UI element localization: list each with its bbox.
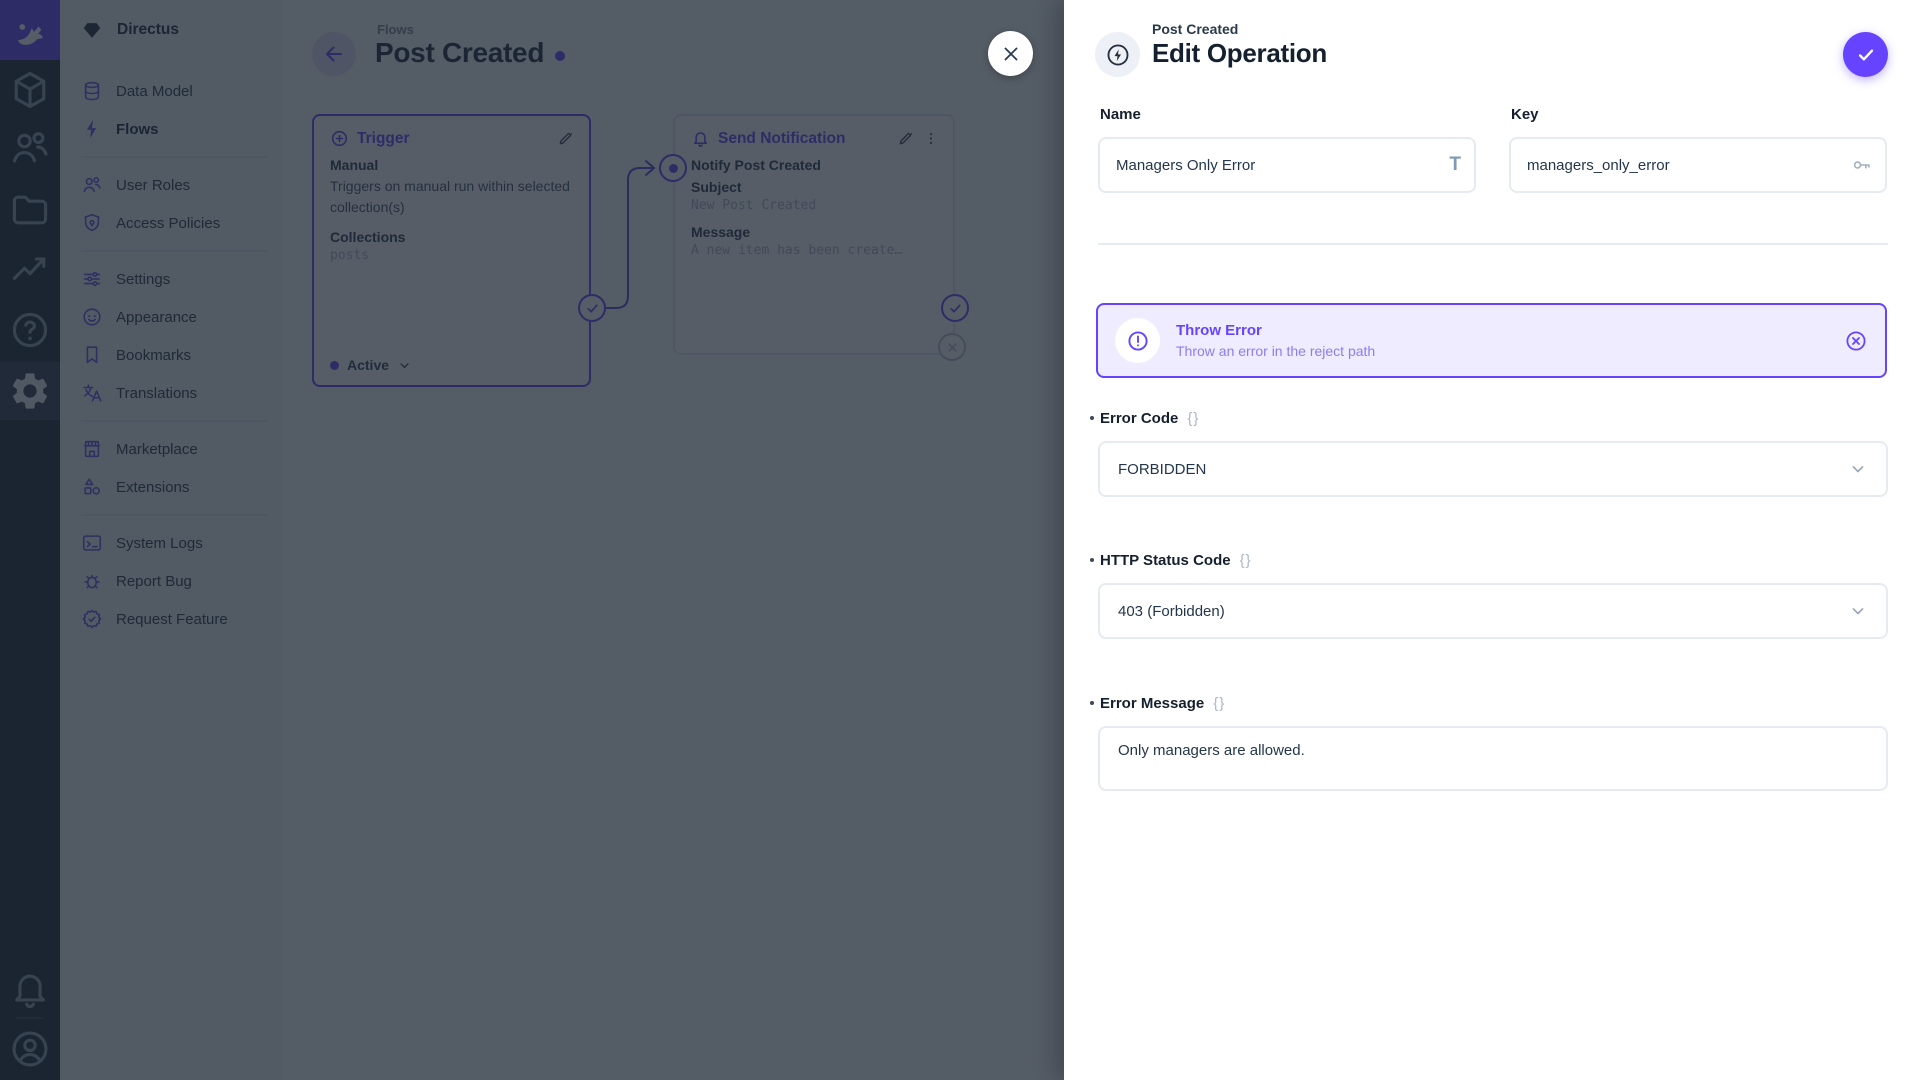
- drawer-overlay[interactable]: [0, 0, 1064, 1080]
- required-dot: [1090, 416, 1094, 420]
- raw-value-icon[interactable]: {}: [1213, 695, 1225, 712]
- name-input[interactable]: [1100, 139, 1474, 191]
- key-input[interactable]: [1511, 139, 1885, 191]
- operation-type-subtitle: Throw an error in the reject path: [1176, 343, 1375, 359]
- operation-type-title: Throw Error: [1176, 322, 1375, 339]
- close-icon: [1000, 43, 1022, 65]
- raw-value-icon[interactable]: {}: [1240, 552, 1252, 569]
- save-button[interactable]: [1843, 32, 1888, 77]
- close-drawer-button[interactable]: [988, 31, 1033, 76]
- chevron-down-icon: [1848, 459, 1868, 479]
- raw-value-icon[interactable]: {}: [1187, 410, 1199, 427]
- key-field[interactable]: [1509, 137, 1887, 193]
- http-status-select[interactable]: 403 (Forbidden): [1098, 583, 1888, 639]
- http-status-value: 403 (Forbidden): [1118, 603, 1225, 620]
- error-message-field[interactable]: Only managers are allowed.: [1098, 726, 1888, 791]
- required-dot: [1090, 701, 1094, 705]
- chevron-down-icon: [1848, 601, 1868, 621]
- error-message-value: Only managers are allowed.: [1118, 742, 1305, 759]
- required-dot: [1090, 558, 1094, 562]
- operation-type-card-throw-error[interactable]: Throw Error Throw an error in the reject…: [1096, 303, 1887, 378]
- http-status-label-row: HTTP Status Code{}: [1100, 552, 1252, 569]
- name-label: Name: [1100, 106, 1141, 123]
- drawer-title: Edit Operation: [1152, 38, 1327, 69]
- operation-type-icon: [1095, 32, 1140, 77]
- key-label: Key: [1511, 106, 1539, 123]
- key-icon: [1851, 155, 1872, 176]
- alert-circle-icon: [1115, 318, 1160, 363]
- title-formatter-icon: T: [1449, 154, 1461, 176]
- error-code-select[interactable]: FORBIDDEN: [1098, 441, 1888, 497]
- section-divider: [1098, 243, 1888, 245]
- error-code-label-row: Error Code{}: [1100, 410, 1199, 427]
- error-message-label-row: Error Message{}: [1100, 695, 1225, 712]
- deselect-type-icon[interactable]: [1844, 329, 1868, 353]
- name-field[interactable]: T: [1098, 137, 1476, 193]
- edit-operation-drawer: Post Created Edit Operation Name T Key T…: [1064, 0, 1920, 1080]
- check-icon: [1855, 44, 1877, 66]
- drawer-breadcrumb: Post Created: [1152, 21, 1238, 37]
- bolt-circle-icon: [1105, 42, 1131, 68]
- directus-app: Directus Data Model Flows User Roles Acc…: [0, 0, 1920, 1080]
- error-code-value: FORBIDDEN: [1118, 461, 1206, 478]
